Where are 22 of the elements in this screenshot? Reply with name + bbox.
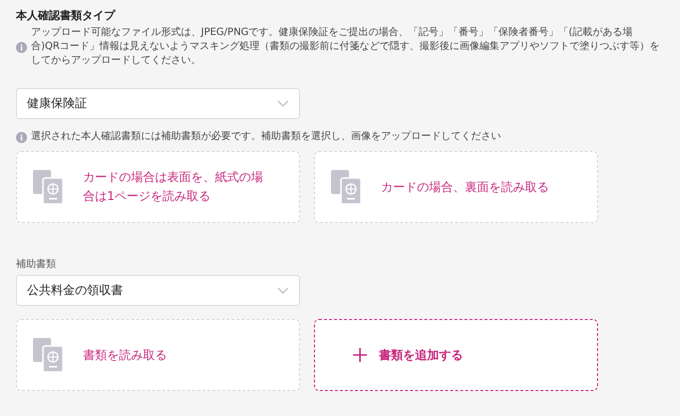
field-label: 補助書類 (16, 258, 57, 271)
hint-text: 選択された本人確認書類には補助書類が必要です。補助書類を選択し、画像をアップロードしてください (31, 130, 501, 144)
card-label: カードの場合、裏面を読み取る (381, 178, 550, 196)
document-icon (33, 170, 65, 204)
section-title: 本人確認書類タイプ (16, 8, 116, 24)
supplement-select[interactable]: 公共料金の領収書 (16, 275, 300, 306)
document-icon (331, 170, 363, 204)
upload-card[interactable]: 書類を読み取る (16, 319, 300, 391)
card-label: 書類を追加する (379, 346, 463, 364)
upload-card[interactable]: カードの場合は表面を、紙式の場合は1ページを読み取る (16, 151, 300, 223)
card-label: カードの場合は表面を、紙式の場合は1ページを読み取る (83, 169, 263, 205)
document-icon (33, 338, 65, 372)
notice-text: アップロード可能なファイル形式は、JPEG/PNGです。健康保険証をご提出の場合、「記号」「番号」「保険者番号」「(記載がある場合)QRコード」情報は見えないようマスキング処理（書類の撮影前に付箋などで隠す、撮影後に画像編集アプリやソフトで塗りつぶす等）をしてからアップロードしてください。 (31, 26, 661, 68)
info-icon (16, 42, 27, 52)
chevron-down-icon (277, 287, 289, 294)
card-label: 書類を読み取る (83, 346, 168, 364)
chevron-down-icon (277, 100, 289, 107)
info-icon (16, 132, 27, 142)
plus-icon (353, 348, 367, 362)
document-type-select[interactable]: 健康保険証 (16, 88, 300, 119)
upload-card[interactable]: カードの場合、裏面を読み取る (314, 151, 598, 223)
add-document-card[interactable]: 書類を追加する (314, 319, 598, 391)
